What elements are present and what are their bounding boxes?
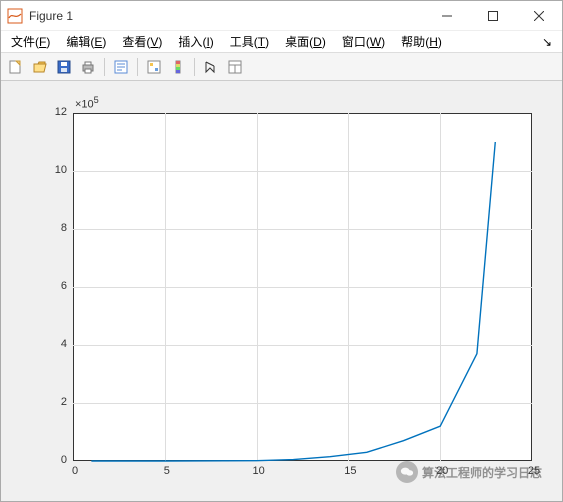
insert-colorbar-icon[interactable] [167,56,189,78]
save-icon[interactable] [53,56,75,78]
menu-edit[interactable]: 编辑(E) [60,31,112,52]
open-property-inspector-icon[interactable] [224,56,246,78]
line-plot [17,91,546,487]
print-preview-icon[interactable] [110,56,132,78]
toolbar-separator [194,58,195,76]
edit-plot-icon[interactable] [200,56,222,78]
new-figure-icon[interactable] [5,56,27,78]
print-icon[interactable] [77,56,99,78]
menu-help[interactable]: 帮助(H) [395,31,448,52]
menubar: 文件(F) 编辑(E) 查看(V) 插入(I) 工具(T) 桌面(D) 窗口(W… [1,31,562,53]
menu-file[interactable]: 文件(F) [5,31,56,52]
menu-more-icon[interactable]: ↘ [536,35,558,49]
app-icon [7,8,23,24]
plot-area: ×1050510152025024681012 算法工程师的学习日志 [1,81,562,501]
titlebar: Figure 1 [1,1,562,31]
menu-insert[interactable]: 插入(I) [172,31,219,52]
minimize-button[interactable] [424,1,470,31]
maximize-button[interactable] [470,1,516,31]
menu-tools[interactable]: 工具(T) [224,31,275,52]
close-button[interactable] [516,1,562,31]
figure-window: Figure 1 文件(F) 编辑(E) 查看(V) 插入(I) 工具(T) 桌… [0,0,563,502]
menu-desktop[interactable]: 桌面(D) [279,31,332,52]
menu-window[interactable]: 窗口(W) [336,31,391,52]
toolbar-separator [137,58,138,76]
toolbar-separator [104,58,105,76]
menu-view[interactable]: 查看(V) [116,31,168,52]
open-icon[interactable] [29,56,51,78]
toolbar [1,53,562,81]
link-plot-icon[interactable] [143,56,165,78]
plot-frame[interactable]: ×1050510152025024681012 [17,91,546,487]
window-title: Figure 1 [29,9,424,23]
